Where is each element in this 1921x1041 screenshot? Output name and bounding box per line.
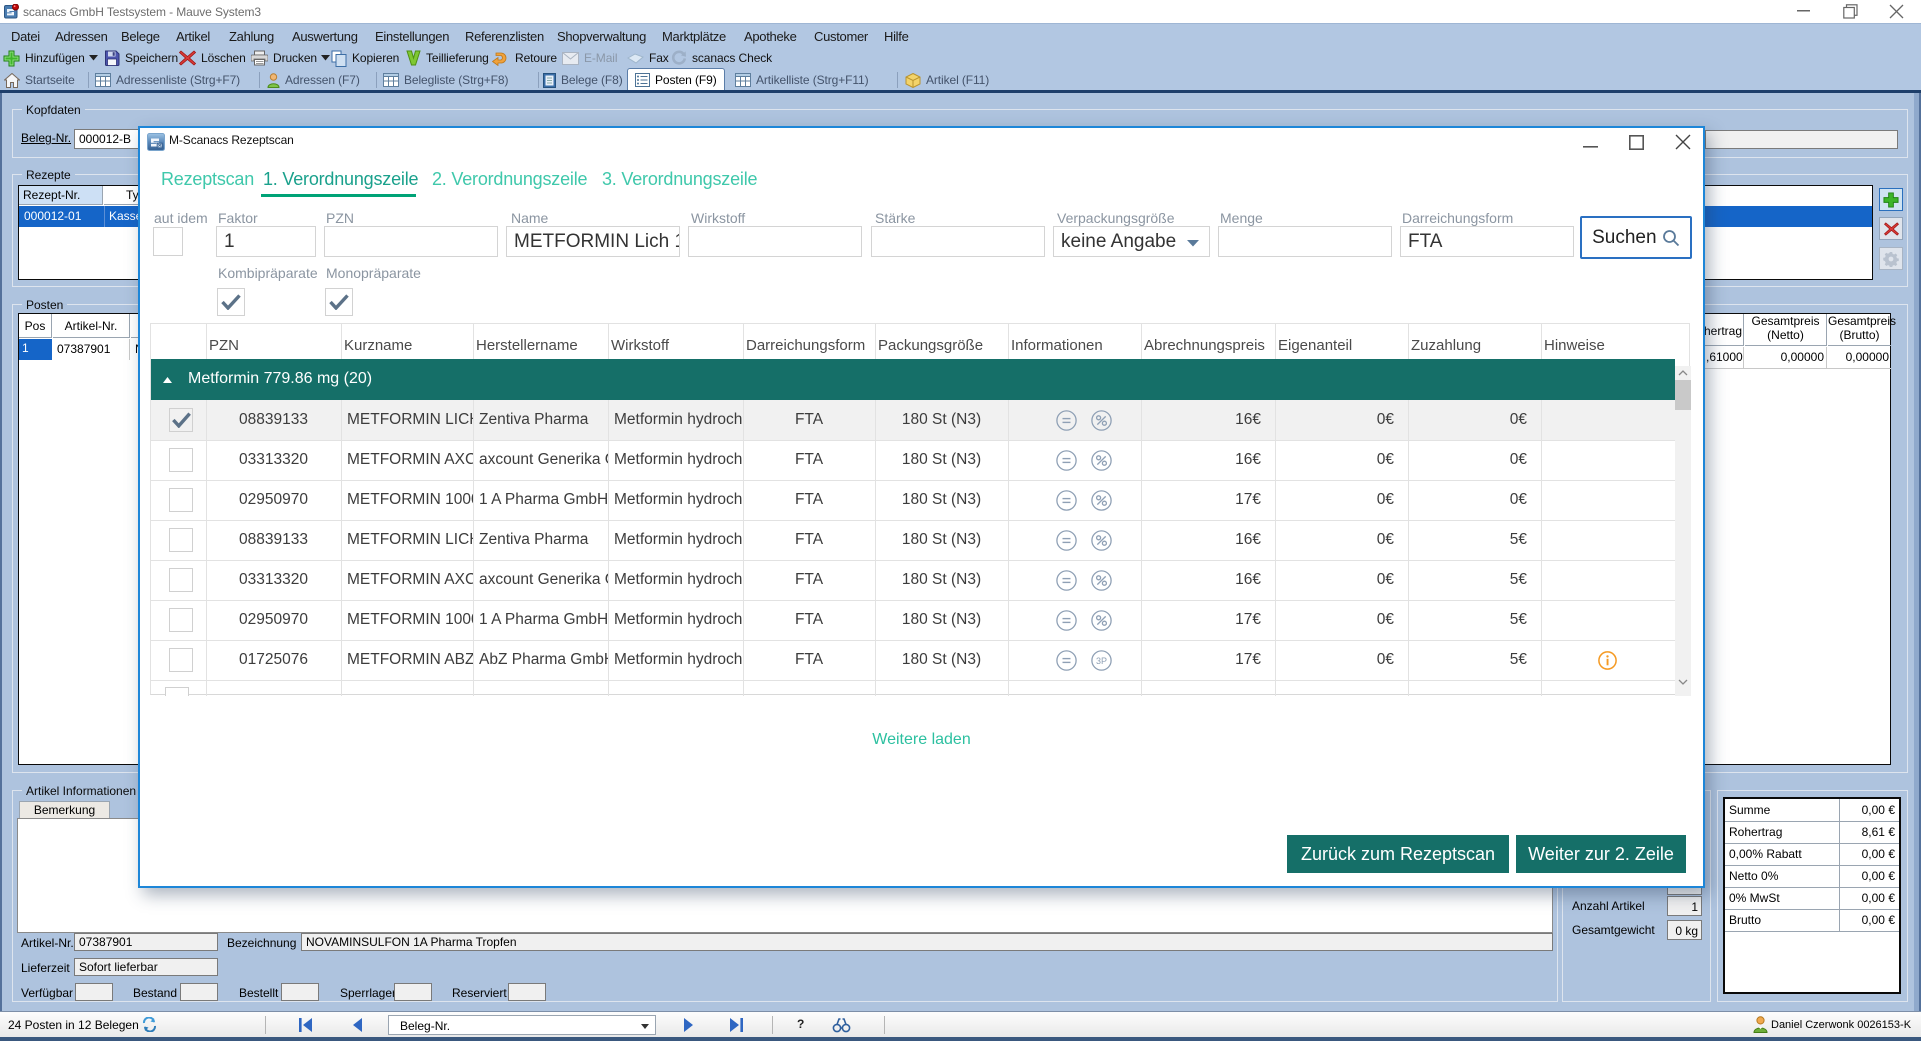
svg-text:3P: 3P [1096, 656, 1107, 666]
